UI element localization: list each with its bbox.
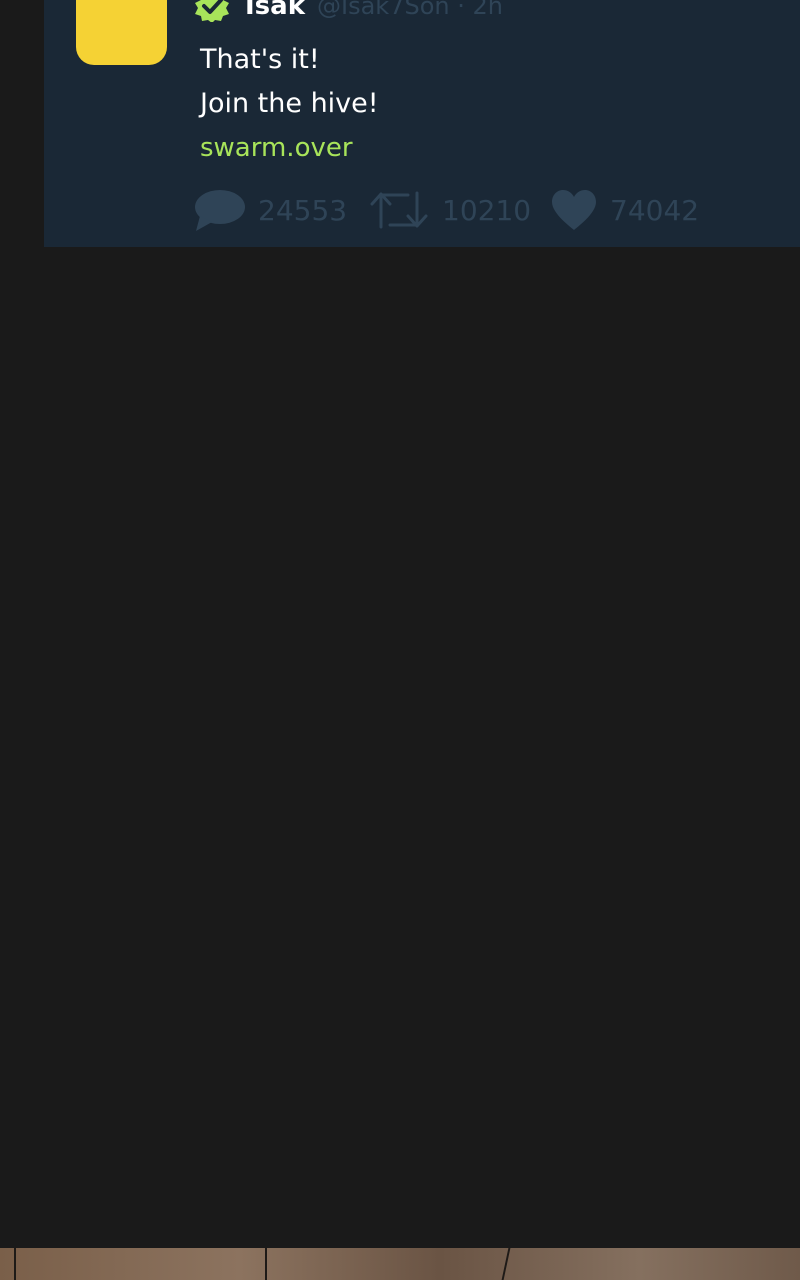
reply-button[interactable]: 24553 [194,188,368,232]
image-edge-line [501,1248,511,1280]
repost-arrows-icon [368,187,430,233]
author-handle-time: @Isak7Son · 2h [317,0,503,20]
post-text-line: That's it! [200,44,320,75]
post-header: Isak @Isak7Son · 2h [192,0,503,23]
post-text-line: Join the hive! [200,88,379,119]
like-button[interactable]: 74042 [550,189,699,231]
author-name[interactable]: Isak [245,0,305,21]
heart-icon [550,189,598,231]
reply-count: 24553 [258,193,348,227]
repost-count: 10210 [442,193,532,227]
image-edge-line [265,1248,267,1280]
repost-button[interactable]: 10210 [368,187,550,233]
author-avatar[interactable] [76,0,167,65]
verified-badge-icon [192,0,232,23]
like-count: 74042 [610,193,700,227]
post-link[interactable]: swarm.over [200,133,353,163]
next-post-image-preview[interactable] [0,1248,800,1280]
post-actions: 24553 10210 74042 [194,186,699,234]
screen: Isak @Isak7Son · 2h That's it! Join the … [0,0,800,1280]
image-edge-line [14,1248,16,1280]
speech-bubble-icon [194,188,246,232]
post-card[interactable]: Isak @Isak7Son · 2h That's it! Join the … [44,0,800,247]
